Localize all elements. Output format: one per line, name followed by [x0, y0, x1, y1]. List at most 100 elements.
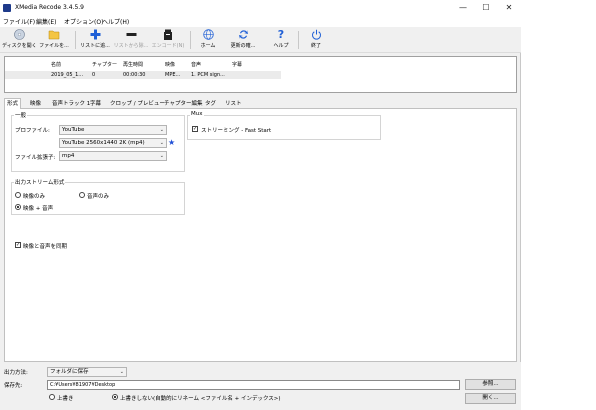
encode-label: エンコード(N) — [151, 43, 185, 49]
chevron-down-icon: ⌄ — [119, 369, 124, 375]
preset-select[interactable]: YouTube 2560x1440 2K (mp4) ⌄ — [59, 138, 167, 148]
tab-audio-track[interactable]: 音声トラック 1 — [50, 99, 92, 109]
exit-button[interactable]: 終了 — [304, 29, 328, 52]
no-overwrite-label: 上書きしない(自動的にリネーム <ファイル名 + インデックス>) — [120, 396, 281, 402]
menu-options[interactable]: オプション(O) — [64, 17, 103, 26]
output-stream-group-title: 出力ストリーム形式 — [14, 178, 66, 186]
video-only-label: 映像のみ — [23, 194, 46, 200]
menu-file[interactable]: ファイル(F) — [3, 17, 35, 26]
add-to-list-button[interactable]: リストに追... — [79, 29, 111, 52]
chevron-down-icon: ⌄ — [159, 153, 164, 159]
tab-crop-preview[interactable]: クロップ / プレビュー — [108, 99, 167, 109]
encode-button[interactable]: エンコード(N) — [151, 29, 185, 52]
chevron-down-icon: ⌄ — [159, 127, 164, 133]
extension-select[interactable]: mp4 ⌄ — [59, 151, 167, 161]
menu-help[interactable]: ヘルプ(H) — [102, 17, 129, 26]
column-header-duration[interactable]: 再生時間 — [123, 61, 143, 68]
tab-subtitles[interactable]: 字幕 — [88, 99, 103, 109]
overwrite-radio[interactable] — [49, 394, 55, 400]
window-title: XMedia Recode 3.4.5.9 — [15, 4, 84, 11]
question-icon: ? — [277, 28, 285, 41]
add-to-list-label: リストに追... — [80, 43, 110, 49]
sync-label: 映像と音声を同期 — [23, 244, 68, 250]
file-list[interactable]: 名前 チャプター 再生時間 映像 音声 字幕 2019_05_1... 0 00… — [4, 56, 517, 93]
refresh-icon — [226, 29, 260, 41]
home-button[interactable]: ホーム — [194, 29, 222, 52]
cell-video: MPE... — [165, 72, 181, 78]
column-header-chapters[interactable]: チャプター — [92, 61, 117, 68]
profile-select[interactable]: YouTube ⌄ — [59, 125, 167, 135]
preset-value: YouTube 2560x1440 2K (mp4) — [62, 140, 145, 146]
exit-label: 終了 — [310, 43, 321, 49]
open-file-label: ファイルを... — [39, 43, 69, 49]
tab-chapter-edit[interactable]: チャプター編集 — [162, 99, 204, 109]
check-updates-button[interactable]: 更新の確... — [226, 29, 260, 52]
folder-icon — [38, 29, 70, 41]
video-only-radio[interactable] — [15, 192, 21, 198]
main-window: XMedia Recode 3.4.5.9 — ☐ ✕ ファイル(F) 編集(E… — [0, 0, 521, 410]
output-method-select[interactable]: フォルダに保存 ⌄ — [47, 367, 127, 377]
disc-icon — [2, 29, 36, 41]
video-audio-radio[interactable] — [15, 204, 21, 210]
close-button[interactable]: ✕ — [498, 0, 520, 15]
video-audio-label: 映像 + 音声 — [23, 206, 54, 212]
title-bar: XMedia Recode 3.4.5.9 — ☐ ✕ — [0, 0, 521, 15]
output-settings: 出力方法: フォルダに保存 ⌄ 保存先: C:¥Users¥81907¥Desk… — [0, 362, 521, 410]
open-disc-label: ディスクを開く — [2, 43, 37, 49]
remove-from-list-button[interactable]: リストから除... — [112, 29, 150, 52]
help-label: ヘルプ — [273, 43, 289, 49]
mux-group-title: Mux — [190, 111, 204, 117]
save-path-input[interactable]: C:¥Users¥81907¥Desktop — [47, 380, 460, 390]
sync-checkbox[interactable]: ✓ — [15, 242, 21, 248]
menu-bar: ファイル(F) 編集(E) オプション(O) ヘルプ(H) — [0, 15, 521, 27]
menu-edit[interactable]: 編集(E) — [36, 17, 56, 26]
minimize-button[interactable]: — — [452, 0, 474, 15]
toolbar: ディスクを開く ファイルを... リストに追... リストから除... エンコー… — [0, 27, 521, 53]
tab-video[interactable]: 映像 — [28, 99, 43, 109]
cell-name: 2019_05_1... — [51, 72, 84, 78]
streaming-label: ストリーミング - Fast Start — [201, 128, 272, 134]
plus-icon — [79, 29, 111, 41]
tab-bar: 形式 映像 音声トラック 1 字幕 クロップ / プレビュー チャプター編集 タ… — [4, 98, 517, 109]
globe-icon — [194, 29, 222, 41]
home-label: ホーム — [200, 43, 216, 49]
cell-chapters: 0 — [92, 72, 96, 78]
favorite-star-icon[interactable]: ★ — [168, 139, 175, 147]
open-disc-button[interactable]: ディスクを開く — [2, 29, 37, 52]
tab-list[interactable]: リスト — [223, 99, 244, 109]
streaming-checkbox[interactable]: ✓ — [192, 126, 198, 132]
general-group-title: 一般 — [14, 111, 28, 119]
output-method-value: フォルダに保存 — [50, 369, 89, 375]
overwrite-label: 上書き — [57, 396, 74, 402]
output-method-label: 出力方法: — [4, 370, 28, 376]
column-header-subtitles[interactable]: 字幕 — [232, 61, 242, 68]
browse-button[interactable]: 参照... — [465, 379, 516, 390]
no-overwrite-radio[interactable] — [112, 394, 118, 400]
power-icon — [304, 29, 328, 41]
encode-icon — [151, 29, 185, 41]
check-updates-label: 更新の確... — [230, 43, 256, 49]
minus-icon — [112, 29, 150, 41]
open-folder-button[interactable]: 開く... — [465, 393, 516, 404]
maximize-button[interactable]: ☐ — [475, 0, 497, 15]
tab-format[interactable]: 形式 — [4, 98, 22, 109]
open-file-button[interactable]: ファイルを... — [38, 29, 70, 52]
chevron-down-icon: ⌄ — [159, 140, 164, 146]
toolbar-separator — [298, 31, 299, 49]
cell-duration: 00:00:30 — [123, 72, 146, 78]
table-row[interactable]: 2019_05_1... 0 00:00:30 MPE... 1. PCM si… — [5, 71, 281, 79]
profile-value: YouTube — [62, 127, 85, 133]
column-header-audio[interactable]: 音声 — [191, 61, 201, 68]
column-header-video[interactable]: 映像 — [165, 61, 175, 68]
save-to-label: 保存先: — [4, 383, 23, 389]
extension-value: mp4 — [62, 153, 75, 159]
column-header-name[interactable]: 名前 — [51, 61, 61, 68]
audio-only-radio[interactable] — [79, 192, 85, 198]
help-button[interactable]: ? ヘルプ — [268, 29, 294, 52]
cell-audio: 1. PCM sign... — [191, 72, 225, 78]
remove-from-list-label: リストから除... — [113, 43, 149, 49]
toolbar-separator — [190, 31, 191, 49]
tab-tags[interactable]: タグ — [203, 99, 218, 109]
format-panel: 一般 プロファイル: YouTube ⌄ YouTube 2560x1440 2… — [4, 109, 517, 362]
profile-label: プロファイル: — [15, 128, 50, 134]
